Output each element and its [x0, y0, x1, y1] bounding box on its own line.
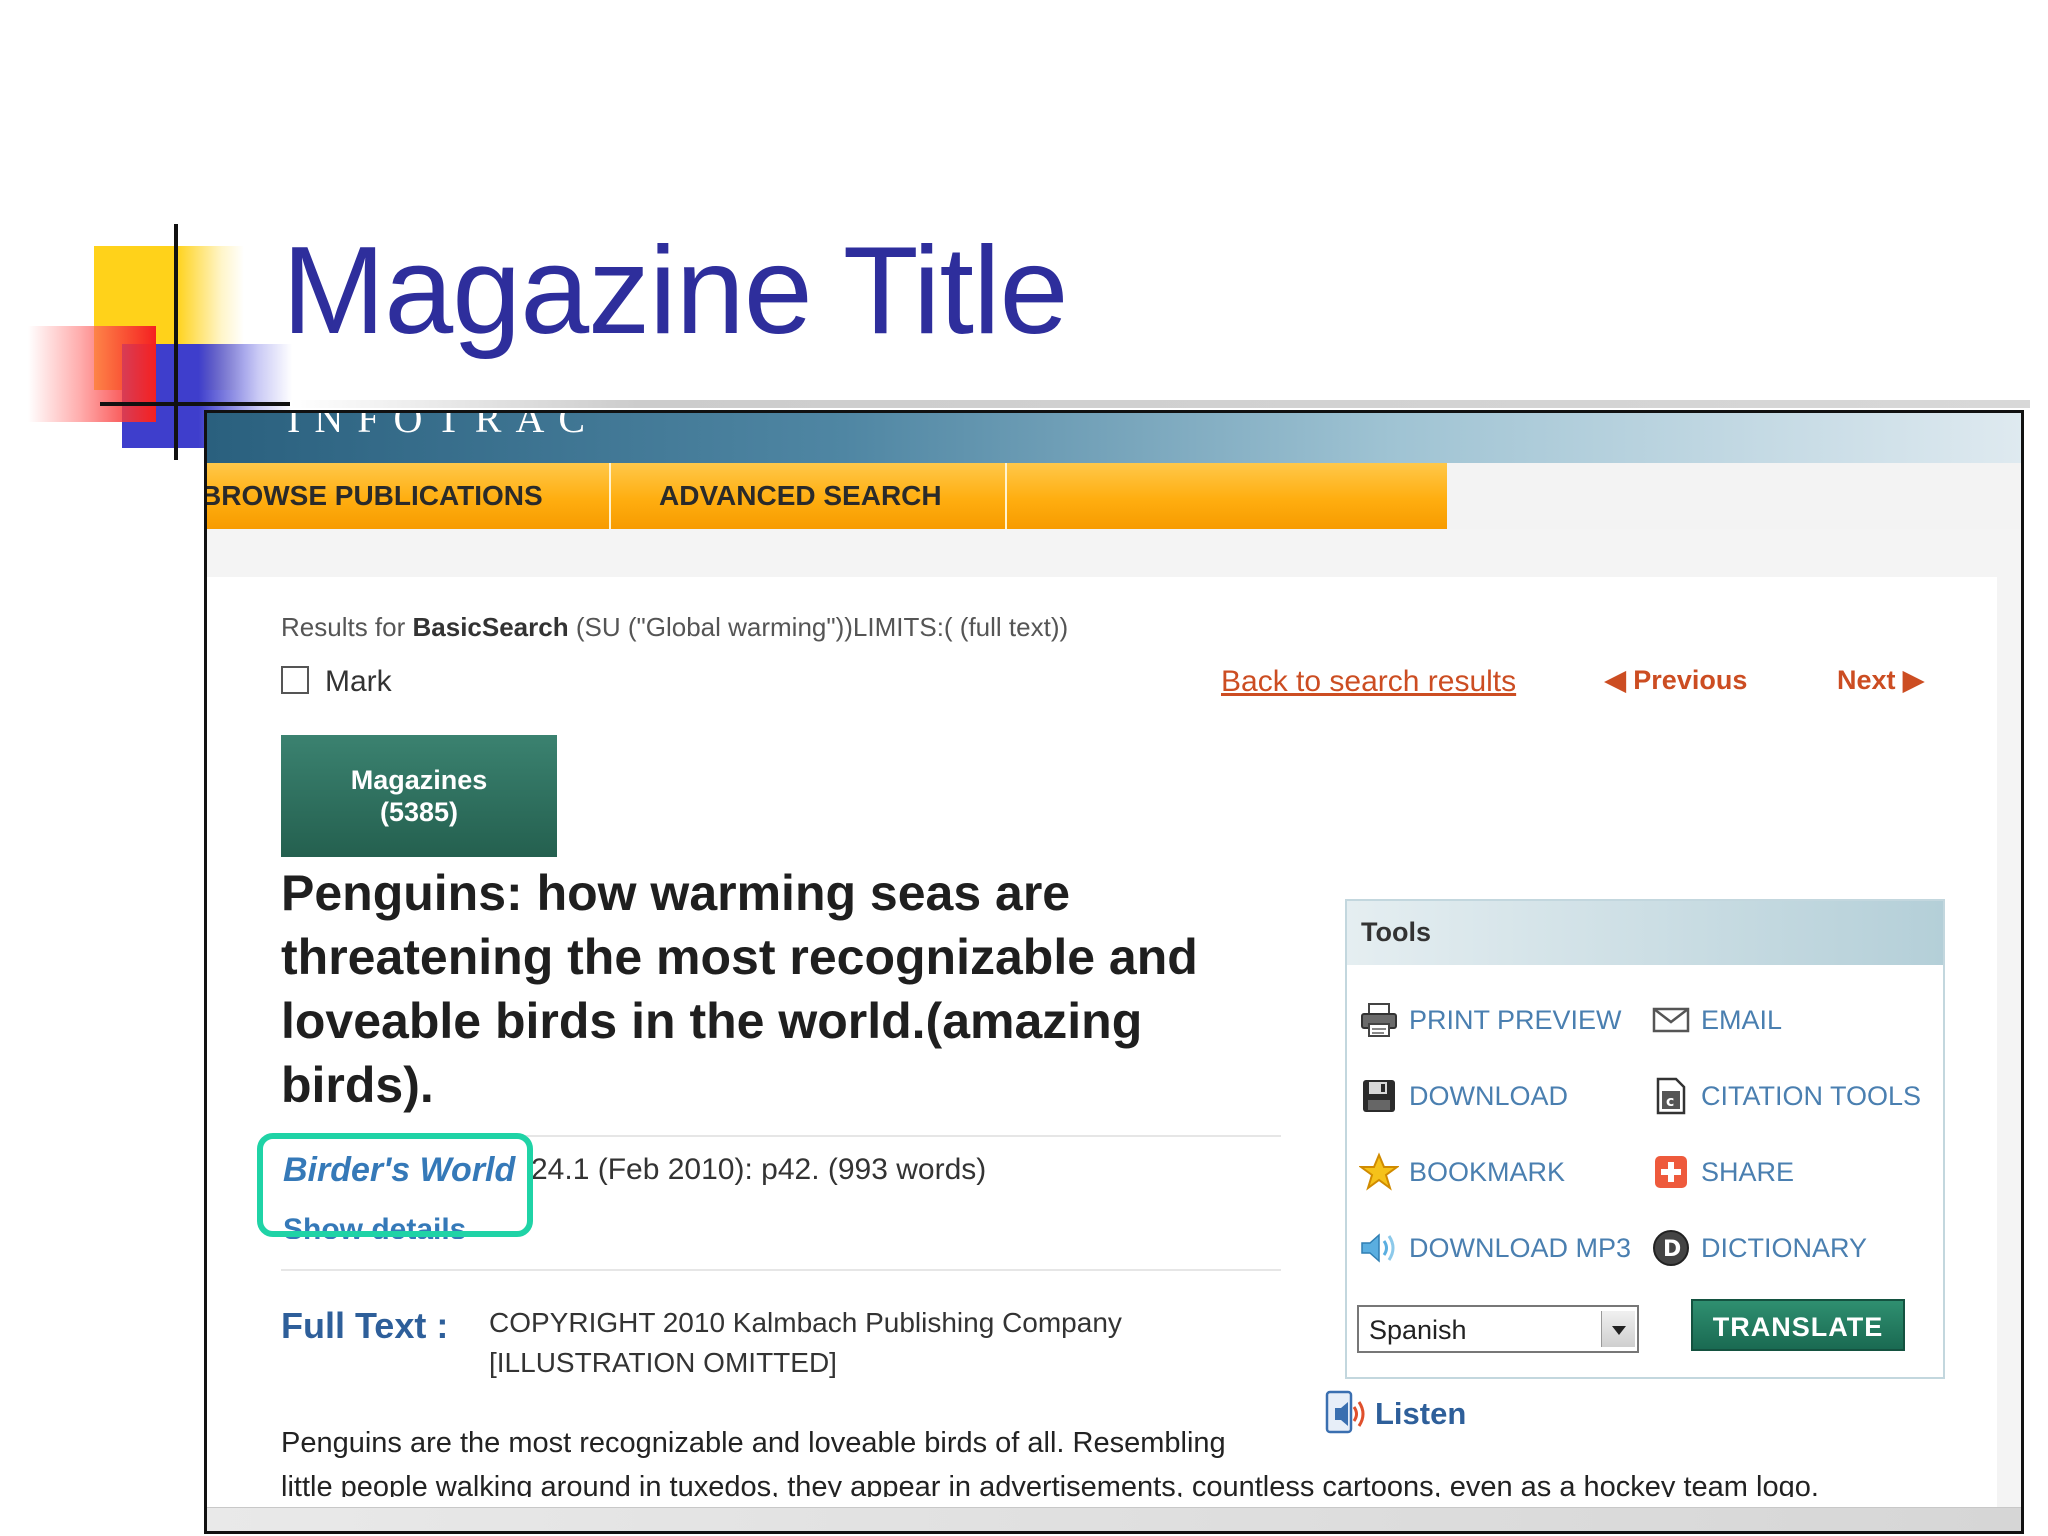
language-select-value: Spanish [1369, 1315, 1467, 1345]
results-prefix: Results for [281, 612, 406, 642]
nav-separator [1005, 463, 1007, 529]
previous-arrow-icon: ◀ [1605, 665, 1626, 695]
tool-download-mp3[interactable]: DOWNLOAD MP3 [1359, 1227, 1631, 1269]
next-label: Next [1837, 665, 1896, 695]
listen-button[interactable]: Listen [1325, 1389, 1466, 1439]
article-title: Penguins: how warming seas are threateni… [281, 865, 1198, 1113]
full-text-illustration-note: [ILLUSTRATION OMITTED] [489, 1347, 837, 1378]
listen-label: Listen [1375, 1396, 1467, 1431]
chevron-down-icon [1601, 1311, 1635, 1347]
nav-browse-publications[interactable]: BROWSE PUBLICATIONS [207, 463, 543, 529]
slide-title: Magazine Title [282, 222, 1069, 360]
divider [281, 1269, 1281, 1271]
tools-title: Tools [1361, 917, 1431, 947]
slide-deco-horizontal-line [100, 402, 290, 406]
article-body-line: little people walking around in tuxedos,… [281, 1471, 1819, 1497]
language-select[interactable]: Spanish [1357, 1305, 1639, 1353]
previous-label: Previous [1633, 665, 1748, 695]
tool-citation-tools[interactable]: c CITATION TOOLS [1651, 1075, 1921, 1117]
slide-title-rule [290, 400, 2030, 408]
tool-bookmark-label: BOOKMARK [1409, 1156, 1566, 1187]
star-icon [1359, 1152, 1399, 1192]
tool-share-label: SHARE [1701, 1156, 1795, 1187]
back-to-results-link[interactable]: Back to search results [1221, 665, 1516, 699]
content-area: Results for BasicSearch (SU ("Global war… [207, 529, 2021, 1531]
tool-print-preview-label: PRINT PREVIEW [1409, 1004, 1622, 1035]
results-summary: Results for BasicSearch (SU ("Global war… [281, 612, 1068, 643]
horizontal-scrollbar[interactable] [207, 1507, 2021, 1531]
svg-text:D: D [1663, 1237, 1681, 1262]
previous-link[interactable]: ◀ Previous [1605, 665, 1747, 696]
full-text-label: Full Text : [281, 1305, 449, 1346]
envelope-icon [1651, 1000, 1691, 1040]
slide-deco-vertical-line [174, 224, 178, 460]
tool-dictionary[interactable]: D DICTIONARY [1651, 1227, 1867, 1269]
plus-icon [1651, 1152, 1691, 1192]
document-panel: Results for BasicSearch (SU ("Global war… [207, 577, 1997, 1531]
mark-checkbox[interactable] [281, 666, 309, 694]
nav-separator [609, 463, 611, 529]
printer-icon [1359, 1000, 1399, 1040]
tool-dictionary-label: DICTIONARY [1701, 1232, 1868, 1263]
full-text-copyright: COPYRIGHT 2010 Kalmbach Publishing Compa… [489, 1307, 1122, 1338]
tab-magazines[interactable]: Magazines (5385) [281, 735, 557, 857]
dictionary-d-icon: D [1651, 1228, 1691, 1268]
svg-text:c: c [1666, 1094, 1674, 1110]
app-logo: INFOTRAC [287, 413, 600, 441]
tab-magazines-label: Magazines [350, 765, 488, 795]
floppy-disk-icon [1359, 1076, 1399, 1116]
results-search-type: BasicSearch [412, 612, 569, 642]
citation-document-icon: c [1651, 1076, 1691, 1116]
next-link[interactable]: Next ▶ [1837, 665, 1924, 696]
tool-download-mp3-label: DOWNLOAD MP3 [1409, 1232, 1632, 1263]
results-query: (SU ("Global warming"))LIMITS:( (full te… [575, 612, 1069, 642]
slide-deco-red-square [28, 326, 156, 422]
next-arrow-icon: ▶ [1903, 665, 1924, 695]
tool-bookmark[interactable]: BOOKMARK [1359, 1151, 1565, 1193]
main-nav-bar: BROWSE PUBLICATIONS ADVANCED SEARCH [207, 463, 1447, 529]
article-body-line: Penguins are the most recognizable and l… [281, 1427, 1226, 1459]
tool-download[interactable]: DOWNLOAD [1359, 1075, 1568, 1117]
tool-citation-tools-label: CITATION TOOLS [1701, 1080, 1922, 1111]
tab-magazines-count: (5385) [379, 797, 459, 827]
tool-print-preview[interactable]: PRINT PREVIEW [1359, 999, 1622, 1041]
main-nav: BROWSE PUBLICATIONS ADVANCED SEARCH [207, 463, 2021, 529]
mark-label: Mark [325, 665, 392, 698]
translate-button[interactable]: TRANSLATE [1691, 1299, 1905, 1351]
app-header: INFOTRAC [207, 413, 2021, 463]
infotrac-screenshot: INFOTRAC BROWSE PUBLICATIONS ADVANCED SE… [204, 410, 2024, 1534]
publication-info: 24.1 (Feb 2010): p42. (993 words) [531, 1153, 987, 1186]
tools-header: Tools [1347, 901, 1943, 965]
tool-download-label: DOWNLOAD [1409, 1080, 1569, 1111]
nav-advanced-search[interactable]: ADVANCED SEARCH [659, 463, 942, 529]
tools-panel: Tools PRINT PREVIEW EMAIL DOWNLOAD c CIT… [1345, 899, 1945, 1379]
tool-share[interactable]: SHARE [1651, 1151, 1794, 1193]
listen-speaker-icon [1325, 1390, 1369, 1438]
tool-email-label: EMAIL [1701, 1004, 1783, 1035]
publication-highlight [257, 1133, 533, 1237]
tool-email[interactable]: EMAIL [1651, 999, 1782, 1041]
speaker-icon [1359, 1228, 1399, 1268]
